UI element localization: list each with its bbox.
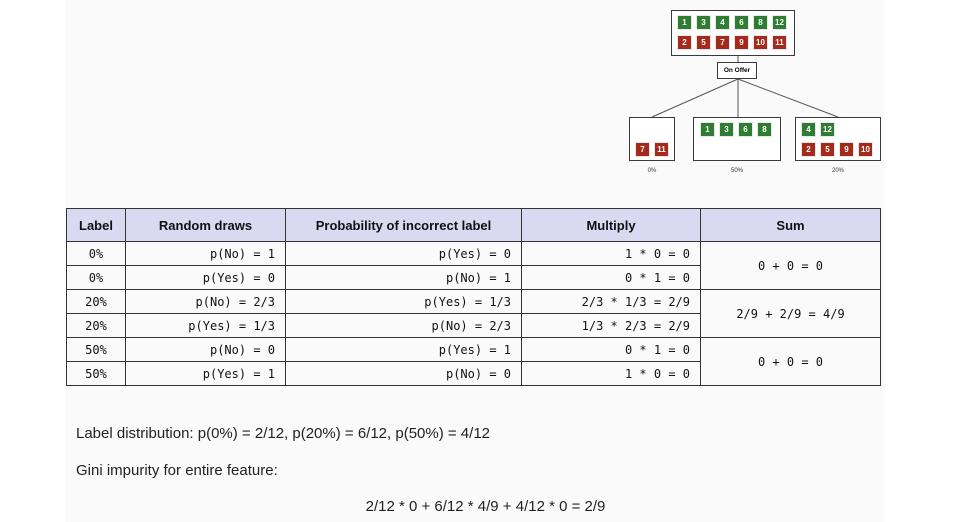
gini-formula-text: 2/12 * 0 + 6/12 * 4/9 + 4/12 * 0 = 2/9 — [365, 498, 606, 515]
cell-label: 20% — [66, 313, 126, 338]
cell-label: 50% — [66, 337, 126, 362]
header-sum: Sum — [700, 208, 881, 242]
cell-probability: p(No) = 1 — [285, 265, 522, 290]
table-row: 20% p(No) = 2/3 p(Yes) = 1/3 2/3 * 1/3 =… — [66, 289, 881, 338]
green-sample-square: 6 — [738, 122, 753, 137]
cell-sum: 0 + 0 = 0 — [700, 337, 881, 386]
child-0-percent: 0% — [647, 168, 657, 174]
cell-multiply: 2/3 * 1/3 = 2/9 — [521, 289, 701, 314]
child-node-1: 1368 — [693, 117, 781, 161]
green-sample-square: 12 — [820, 122, 835, 137]
green-sample-square: 1 — [677, 15, 692, 30]
cell-probability: p(Yes) = 1 — [285, 337, 522, 362]
header-random-draws: Random draws — [125, 208, 286, 242]
gini-table: Label Random draws Probability of incorr… — [66, 208, 881, 386]
header-label: Label — [66, 208, 126, 242]
cell-label: 50% — [66, 361, 126, 386]
red-sample-square: 5 — [696, 35, 711, 50]
cell-random-draws: p(Yes) = 1/3 — [125, 313, 286, 338]
cell-probability: p(Yes) = 1/3 — [285, 289, 522, 314]
child-2-percent: 20% — [831, 168, 844, 174]
label-distribution-text: Label distribution: p(0%) = 2/12, p(20%)… — [76, 425, 491, 442]
cell-random-draws: p(No) = 1 — [125, 241, 286, 266]
green-sample-square: 4 — [801, 122, 816, 137]
red-sample-square: 10 — [858, 142, 873, 157]
cell-label: 20% — [66, 289, 126, 314]
cell-probability: p(No) = 2/3 — [285, 313, 522, 338]
cell-probability: p(Yes) = 0 — [285, 241, 522, 266]
child-2-red-row: 2 5 9 10 — [801, 142, 873, 157]
cell-random-draws: p(Yes) = 0 — [125, 265, 286, 290]
green-sample-square: 1 — [700, 122, 715, 137]
green-sample-square: 8 — [753, 15, 768, 30]
red-sample-square: 9 — [734, 35, 749, 50]
green-sample-square: 6 — [734, 15, 749, 30]
red-sample-square: 2 — [801, 142, 816, 157]
cell-multiply: 1/3 * 2/3 = 2/9 — [521, 313, 701, 338]
cell-multiply: 0 * 1 = 0 — [521, 265, 701, 290]
green-sample-square: 3 — [696, 15, 711, 30]
red-sample-square: 9 — [839, 142, 854, 157]
red-sample-square: 10 — [753, 35, 768, 50]
tree-connector-lines — [651, 56, 839, 118]
green-sample-square: 3 — [719, 122, 734, 137]
split-label-on-offer: On Offer — [717, 62, 757, 79]
red-sample-square: 7 — [635, 142, 650, 157]
cell-random-draws: p(No) = 2/3 — [125, 289, 286, 314]
cell-multiply: 0 * 1 = 0 — [521, 337, 701, 362]
cell-sum: 0 + 0 = 0 — [700, 241, 881, 290]
table-header-row: Label Random draws Probability of incorr… — [66, 208, 881, 242]
decision-tree-diagram: 1 3 4 6 8 12 2 5 7 9 10 11 On Offer 7 11 0% 1368 50… — [0, 0, 971, 190]
red-sample-square: 11 — [772, 35, 787, 50]
header-probability: Probability of incorrect label — [285, 208, 522, 242]
red-sample-square: 5 — [820, 142, 835, 157]
child-1-percent: 50% — [730, 168, 743, 174]
child-node-0: 7 11 — [629, 117, 675, 161]
red-sample-square: 11 — [654, 142, 669, 157]
child-1-green-row: 1368 — [700, 122, 772, 137]
green-sample-square: 12 — [772, 15, 787, 30]
child-2-green-row: 4 12 — [801, 122, 835, 137]
cell-random-draws: p(Yes) = 1 — [125, 361, 286, 386]
gini-heading-text: Gini impurity for entire feature: — [76, 462, 278, 479]
child-node-2: 4 12 2 5 9 10 — [795, 117, 881, 161]
header-multiply: Multiply — [521, 208, 701, 242]
green-sample-square: 8 — [757, 122, 772, 137]
cell-label: 0% — [66, 241, 126, 266]
table-row: 50% p(No) = 0 p(Yes) = 1 0 * 1 = 0 0 + 0… — [66, 337, 881, 386]
table-row: 0% p(No) = 1 p(Yes) = 0 1 * 0 = 0 0 + 0 … — [66, 241, 881, 290]
cell-random-draws: p(No) = 0 — [125, 337, 286, 362]
green-sample-square: 4 — [715, 15, 730, 30]
child-0-red-row: 7 11 — [635, 142, 669, 157]
root-green-row: 1 3 4 6 8 12 — [677, 15, 787, 30]
cell-sum: 2/9 + 2/9 = 4/9 — [700, 289, 881, 338]
cell-multiply: 1 * 0 = 0 — [521, 241, 701, 266]
cell-multiply: 1 * 0 = 0 — [521, 361, 701, 386]
cell-probability: p(No) = 0 — [285, 361, 522, 386]
root-red-row: 2 5 7 9 10 11 — [677, 35, 787, 50]
root-node: 1 3 4 6 8 12 2 5 7 9 10 11 — [671, 10, 795, 56]
red-sample-square: 2 — [677, 35, 692, 50]
red-sample-square: 7 — [715, 35, 730, 50]
cell-label: 0% — [66, 265, 126, 290]
